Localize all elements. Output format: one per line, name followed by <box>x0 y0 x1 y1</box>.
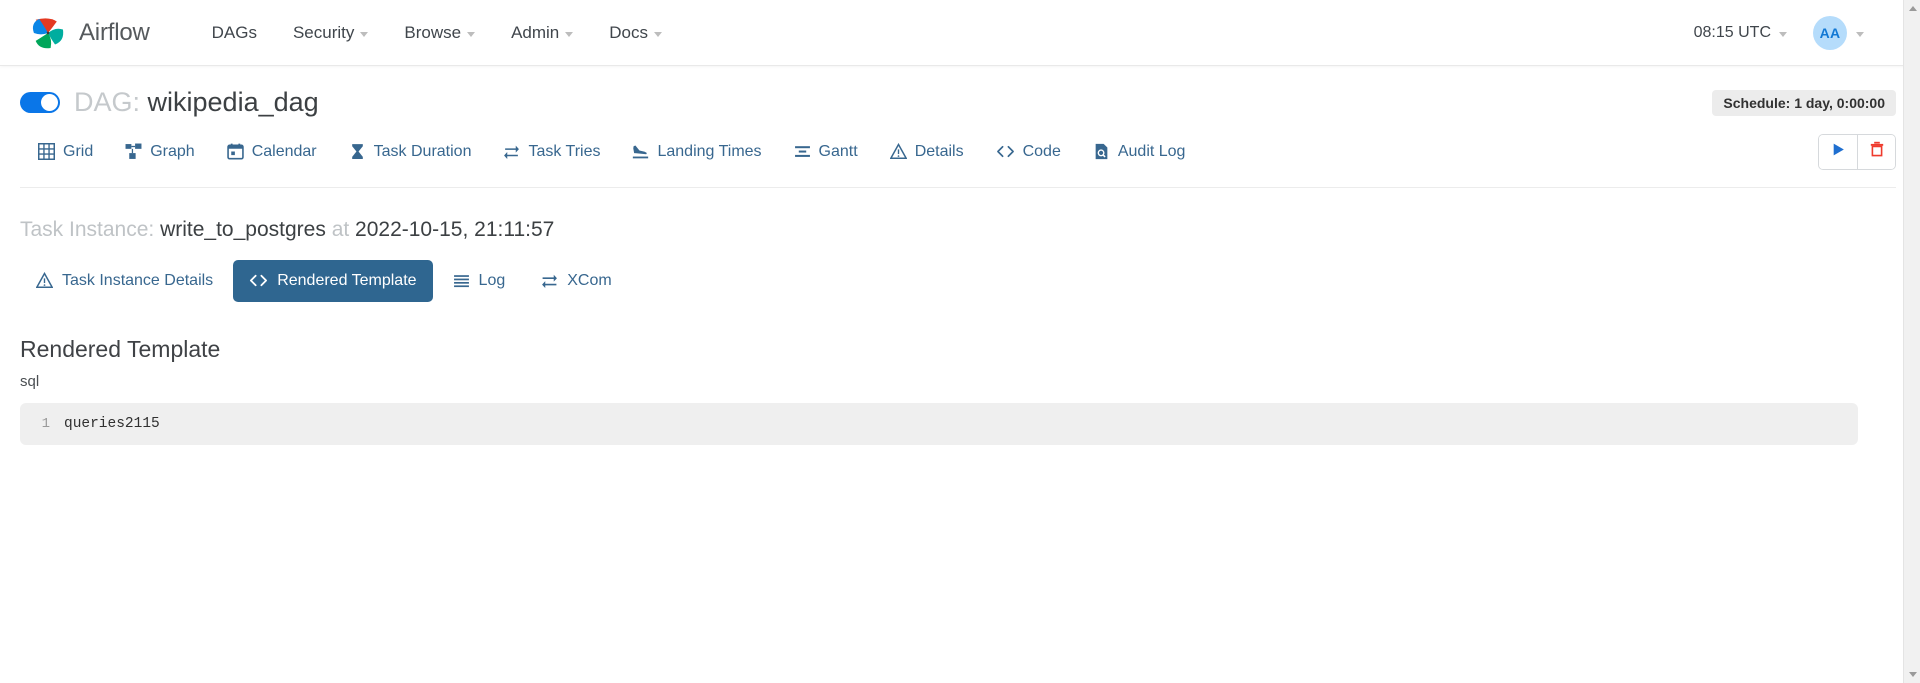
trash-icon <box>1869 141 1885 162</box>
scroll-down-arrow-icon[interactable] <box>1904 666 1920 683</box>
nav-item-dags-label: DAGs <box>211 22 257 42</box>
tab-code[interactable]: Code <box>980 134 1077 170</box>
plane-landing-icon <box>632 143 649 160</box>
timezone-selector[interactable]: 08:15 UTC <box>1694 24 1787 42</box>
grid-icon <box>38 143 55 161</box>
tab-task-tries[interactable]: Task Tries <box>487 134 616 170</box>
rendered-template-heading: Rendered Template <box>20 335 221 362</box>
calendar-icon <box>226 143 244 160</box>
brand-label: Airflow <box>79 18 150 46</box>
task-instance-prefix: Task Instance: <box>20 217 155 241</box>
nav-item-browse[interactable]: Browse <box>386 15 493 51</box>
document-search-icon <box>1093 143 1110 160</box>
tab-gantt-label: Gantt <box>818 142 858 160</box>
nav-item-admin[interactable]: Admin <box>493 15 591 51</box>
main-nav-links: DAGs Security Browse Admin Docs <box>194 15 680 51</box>
chevron-down-icon <box>1856 31 1864 37</box>
avatar: AA <box>1813 15 1847 50</box>
delete-dag-button[interactable] <box>1857 134 1895 169</box>
tab-log[interactable]: Log <box>437 260 522 302</box>
tab-task-tries-label: Task Tries <box>528 142 601 160</box>
task-instance-id: write_to_postgres <box>160 217 326 241</box>
tab-gantt[interactable]: Gantt <box>778 134 874 170</box>
navbar-right-group: 08:15 UTC AA <box>1694 15 1898 50</box>
schedule-badge: Schedule: 1 day, 0:00:00 <box>1712 89 1896 116</box>
tab-rendered-template-label: Rendered Template <box>277 271 417 289</box>
tab-task-instance-details-label: Task Instance Details <box>62 271 214 289</box>
user-menu[interactable]: AA <box>1813 15 1864 50</box>
chevron-down-icon <box>360 31 369 37</box>
tab-task-instance-details[interactable]: Task Instance Details <box>20 260 229 302</box>
tab-audit-log[interactable]: Audit Log <box>1077 134 1202 170</box>
page-title: DAG: wikipedia_dag <box>74 87 319 118</box>
play-triangle-icon <box>1831 142 1846 162</box>
rendered-template-panel: Rendered Template sql 1 queries2115 <box>0 302 1920 445</box>
code-brackets-icon <box>996 143 1015 160</box>
tab-details-label: Details <box>914 142 964 160</box>
dag-pause-toggle[interactable] <box>20 92 60 114</box>
task-instance-tabs: Task Instance Details Rendered Template <box>0 242 1920 302</box>
nav-item-security[interactable]: Security <box>275 15 386 51</box>
dag-header: DAG: wikipedia_dag Schedule: 1 day, 0:00… <box>0 66 1920 118</box>
nav-item-docs-label: Docs <box>609 22 648 42</box>
warning-triangle-icon <box>889 143 907 160</box>
page-scrollbar[interactable] <box>1903 0 1920 683</box>
airflow-pinwheel-logo <box>26 11 70 55</box>
rendered-template-code-block[interactable]: 1 queries2115 <box>20 402 1858 445</box>
task-instance-execution-date: 2022-10-15, 21:11:57 <box>355 217 555 241</box>
tab-xcom[interactable]: XCom <box>525 260 627 302</box>
tab-xcom-label: XCom <box>567 271 612 289</box>
dag-name: wikipedia_dag <box>147 87 319 117</box>
chevron-down-icon <box>654 31 662 37</box>
tab-landing-times[interactable]: Landing Times <box>616 134 777 170</box>
tab-details[interactable]: Details <box>874 134 980 170</box>
dag-label: DAG: <box>74 87 141 117</box>
airflow-page: Airflow DAGs Security Browse Admin Docs <box>0 0 1920 683</box>
lines-list-icon <box>453 272 470 289</box>
scroll-up-arrow-icon[interactable] <box>1904 0 1920 17</box>
tab-rendered-template[interactable]: Rendered Template <box>233 259 433 302</box>
utc-clock-label: 08:15 UTC <box>1693 23 1771 41</box>
tab-log-label: Log <box>478 271 506 289</box>
tab-landing-times-label: Landing Times <box>657 142 762 160</box>
nav-item-browse-label: Browse <box>404 22 462 42</box>
tab-graph[interactable]: Graph <box>109 134 210 170</box>
template-field-key: sql <box>20 372 40 390</box>
tab-grid-label: Grid <box>63 142 94 160</box>
tab-audit-log-label: Audit Log <box>1117 142 1186 160</box>
task-instance-joiner: at <box>331 217 350 241</box>
retry-arrows-icon <box>503 143 520 160</box>
gantt-bars-icon <box>794 143 811 160</box>
exchange-arrows-icon <box>541 272 558 289</box>
task-instance-header: Task Instance: write_to_postgres at 2022… <box>0 188 1920 242</box>
graph-nodes-icon <box>125 143 142 160</box>
nav-item-admin-label: Admin <box>511 22 560 42</box>
warning-triangle-icon <box>36 272 53 289</box>
tab-grid[interactable]: Grid <box>22 134 109 170</box>
brand-home-link[interactable]: Airflow <box>26 11 150 55</box>
code-brackets-icon <box>249 272 268 289</box>
tab-graph-label: Graph <box>150 142 195 160</box>
nav-item-security-label: Security <box>292 22 355 42</box>
nav-item-docs[interactable]: Docs <box>591 15 680 51</box>
tab-code-label: Code <box>1022 142 1061 160</box>
nav-item-dags[interactable]: DAGs <box>194 15 275 51</box>
chevron-down-icon <box>565 31 574 37</box>
tab-task-duration-label: Task Duration <box>373 142 472 160</box>
tab-task-duration[interactable]: Task Duration <box>333 134 488 170</box>
dag-action-button-group <box>1818 133 1896 170</box>
top-navbar: Airflow DAGs Security Browse Admin Docs <box>0 0 1920 66</box>
chevron-down-icon <box>467 31 476 37</box>
trigger-dag-button[interactable] <box>1819 134 1857 169</box>
chevron-down-icon <box>1779 31 1787 37</box>
tab-calendar-label: Calendar <box>251 142 317 160</box>
code-line-content: queries2115 <box>64 415 160 432</box>
tab-calendar[interactable]: Calendar <box>211 134 333 170</box>
code-line-number: 1 <box>41 415 50 432</box>
hourglass-icon <box>349 143 366 160</box>
dag-view-tabs: Grid Graph Calendar Task Duration Task T… <box>0 118 1920 170</box>
